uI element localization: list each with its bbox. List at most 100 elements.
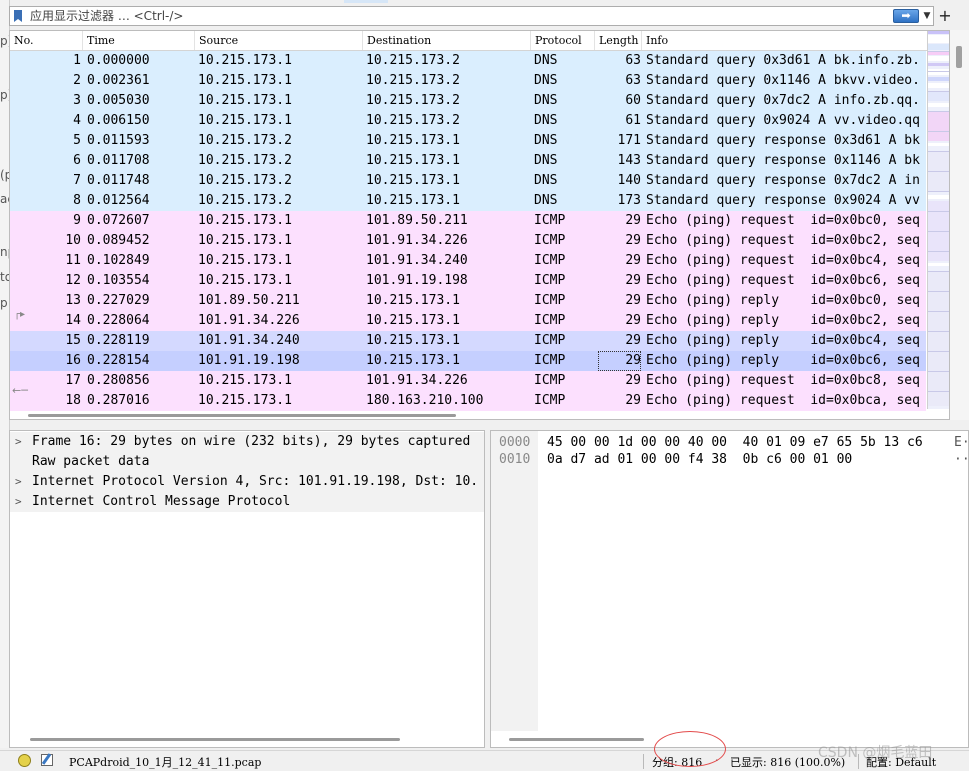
packet-number: 11 xyxy=(65,253,81,268)
column-protocol[interactable]: Protocol xyxy=(531,31,595,50)
add-filter-button[interactable]: + xyxy=(938,6,952,26)
apply-filter-button[interactable]: ➡ xyxy=(893,9,919,23)
packet-time: 0.005030 xyxy=(87,93,150,108)
minimap-tick xyxy=(928,71,949,72)
display-filter-input[interactable] xyxy=(30,8,890,24)
column-time[interactable]: Time xyxy=(83,31,195,50)
packet-row[interactable]: 13 0.227029 101.89.50.211 10.215.173.1 ICMP 2… xyxy=(10,291,926,311)
packet-list[interactable]: No. Time Source Destination Protocol Len… xyxy=(9,30,950,420)
packet-length: 29 xyxy=(625,233,641,248)
packet-row[interactable]: 6 0.011708 10.215.173.2 10.215.173.1 DNS 143 S… xyxy=(10,151,926,171)
packet-source: 10.215.173.1 xyxy=(198,113,292,128)
packet-row[interactable]: 1 0.000000 10.215.173.1 10.215.173.2 DNS 63 St… xyxy=(10,51,926,71)
details-tree-item[interactable]: > Internet Control Message Protocol xyxy=(10,492,484,512)
minimap-tick xyxy=(928,351,949,352)
column-info[interactable]: Info xyxy=(642,31,928,50)
packet-length: 29 xyxy=(625,253,641,268)
packet-number: 9 xyxy=(73,213,81,228)
packet-info: Standard query 0x9024 A vv.video.qq xyxy=(646,113,920,128)
packet-row[interactable]: 14 0.228064 101.91.34.226 10.215.173.1 ICMP 2… xyxy=(10,311,926,331)
packet-list-horizontal-scrollbar[interactable] xyxy=(10,411,927,419)
packet-number: 5 xyxy=(73,133,81,148)
packet-row[interactable]: 5 0.011593 10.215.173.2 10.215.173.1 DNS 171 S… xyxy=(10,131,926,151)
packet-info: Echo (ping) reply id=0x0bc0, seq xyxy=(646,293,920,308)
minimap-band xyxy=(928,31,949,34)
column-destination[interactable]: Destination xyxy=(363,31,531,50)
packet-protocol: ICMP xyxy=(534,213,566,228)
scrollbar-thumb[interactable] xyxy=(28,414,456,417)
packet-row[interactable]: 18 0.287016 10.215.173.1 180.163.210.100 ICM… xyxy=(10,391,926,411)
packet-info: Echo (ping) request id=0x0bca, seq xyxy=(646,393,920,408)
packet-row[interactable]: 9 0.072607 10.215.173.1 101.89.50.211 ICMP 29… xyxy=(10,211,926,231)
packet-source: 10.215.173.1 xyxy=(198,373,292,388)
minimap-tick xyxy=(928,391,949,392)
packet-info: Echo (ping) request id=0x0bc0, seq xyxy=(646,213,920,228)
packet-protocol: DNS xyxy=(534,73,558,88)
packet-source: 10.215.173.2 xyxy=(198,173,292,188)
packet-row[interactable]: 17 0.280856 10.215.173.1 101.91.34.226 ICMP 2… xyxy=(10,371,926,391)
packet-number: 13 xyxy=(65,293,81,308)
packet-details-pane[interactable]: > Frame 16: 29 bytes on wire (232 bits), … xyxy=(9,430,485,748)
minimap-tick xyxy=(928,171,949,172)
packet-row[interactable]: 15 0.228119 101.91.34.240 10.215.173.1 ICMP 2… xyxy=(10,331,926,351)
bookmark-icon[interactable] xyxy=(14,10,22,22)
details-tree-label: Frame 16: 29 bytes on wire (232 bits), 2… xyxy=(32,434,471,449)
packet-row[interactable]: 3 0.005030 10.215.173.1 10.215.173.2 DNS 60 St… xyxy=(10,91,926,111)
minimap-band xyxy=(928,69,949,75)
packet-row[interactable]: 12 0.103554 10.215.173.1 101.91.19.198 ICMP 2… xyxy=(10,271,926,291)
packet-minimap[interactable] xyxy=(927,31,949,409)
packet-bytes-pane[interactable]: 0000 45 00 00 1d 00 00 40 00 40 01 09 e7 … xyxy=(490,430,969,748)
window-edge-highlight xyxy=(344,0,388,3)
chevron-right-icon[interactable]: > xyxy=(15,492,25,512)
expert-info-icon[interactable] xyxy=(18,754,31,767)
details-horizontal-scrollbar[interactable] xyxy=(30,738,400,741)
chevron-right-icon[interactable]: > xyxy=(15,472,25,492)
packet-row[interactable]: 10 0.089452 10.215.173.1 101.91.34.226 ICMP 2… xyxy=(10,231,926,251)
packet-row[interactable]: 7 0.011748 10.215.173.2 10.215.173.1 DNS 140 S… xyxy=(10,171,926,191)
packet-row[interactable]: 16 0.228154 101.91.19.198 10.215.173.1 ICMP 2… xyxy=(10,351,926,371)
related-packet-arrow-icon: ←─ xyxy=(12,384,28,397)
packet-time: 0.012564 xyxy=(87,193,150,208)
details-tree-item[interactable]: Raw packet data xyxy=(10,452,484,472)
column-source[interactable]: Source xyxy=(195,31,363,50)
packet-length: 29 xyxy=(625,333,641,348)
column-no[interactable]: No. xyxy=(10,31,83,50)
packet-row[interactable]: 11 0.102849 10.215.173.1 101.91.34.240 ICMP 2… xyxy=(10,251,926,271)
packet-length: 29 xyxy=(625,273,641,288)
packet-length: 171 xyxy=(617,133,641,148)
minimap-band xyxy=(928,63,949,66)
packet-number: 2 xyxy=(73,73,81,88)
packet-source: 101.91.19.198 xyxy=(198,353,300,368)
packet-source: 10.215.173.1 xyxy=(198,213,292,228)
packet-time: 0.011708 xyxy=(87,153,150,168)
packet-source: 101.89.50.211 xyxy=(198,293,300,308)
packet-destination: 10.215.173.1 xyxy=(366,133,460,148)
packet-source: 10.215.173.2 xyxy=(198,153,292,168)
bytes-offset: 0000 xyxy=(499,435,531,450)
packet-list-vertical-scrollbar[interactable] xyxy=(950,30,969,420)
chevron-down-icon[interactable]: ▼ xyxy=(921,9,933,23)
packet-row[interactable]: 4 0.006150 10.215.173.1 10.215.173.2 DNS 61 St… xyxy=(10,111,926,131)
packet-length: 63 xyxy=(625,53,641,68)
packet-length: 143 xyxy=(617,153,641,168)
packet-destination: 101.91.34.226 xyxy=(366,233,468,248)
details-tree-item[interactable]: > Frame 16: 29 bytes on wire (232 bits), … xyxy=(10,432,484,452)
minimap-band xyxy=(928,111,949,141)
packet-row[interactable]: 2 0.002361 10.215.173.1 10.215.173.2 DNS 63 St… xyxy=(10,71,926,91)
minimap-tick xyxy=(928,51,949,52)
packet-protocol: ICMP xyxy=(534,293,566,308)
details-tree-item[interactable]: > Internet Protocol Version 4, Src: 101.9… xyxy=(10,472,484,492)
column-length[interactable]: Length xyxy=(595,31,642,50)
packet-destination: 101.91.34.240 xyxy=(366,253,468,268)
packet-info: Echo (ping) reply id=0x0bc4, seq xyxy=(646,333,920,348)
packet-length: 29 xyxy=(625,313,641,328)
bytes-horizontal-scrollbar[interactable] xyxy=(509,738,644,741)
chevron-right-icon[interactable]: > xyxy=(15,432,25,452)
packet-protocol: DNS xyxy=(534,133,558,148)
packet-time: 0.228119 xyxy=(87,333,150,348)
scrollbar-thumb[interactable] xyxy=(956,46,962,68)
packet-row[interactable]: 8 0.012564 10.215.173.2 10.215.173.1 DNS 173 S… xyxy=(10,191,926,211)
packet-info: Standard query response 0x1146 A bk xyxy=(646,153,920,168)
packet-rows: 1 0.000000 10.215.173.1 10.215.173.2 DNS 63 St… xyxy=(10,51,926,411)
edit-comment-icon[interactable] xyxy=(41,754,53,766)
